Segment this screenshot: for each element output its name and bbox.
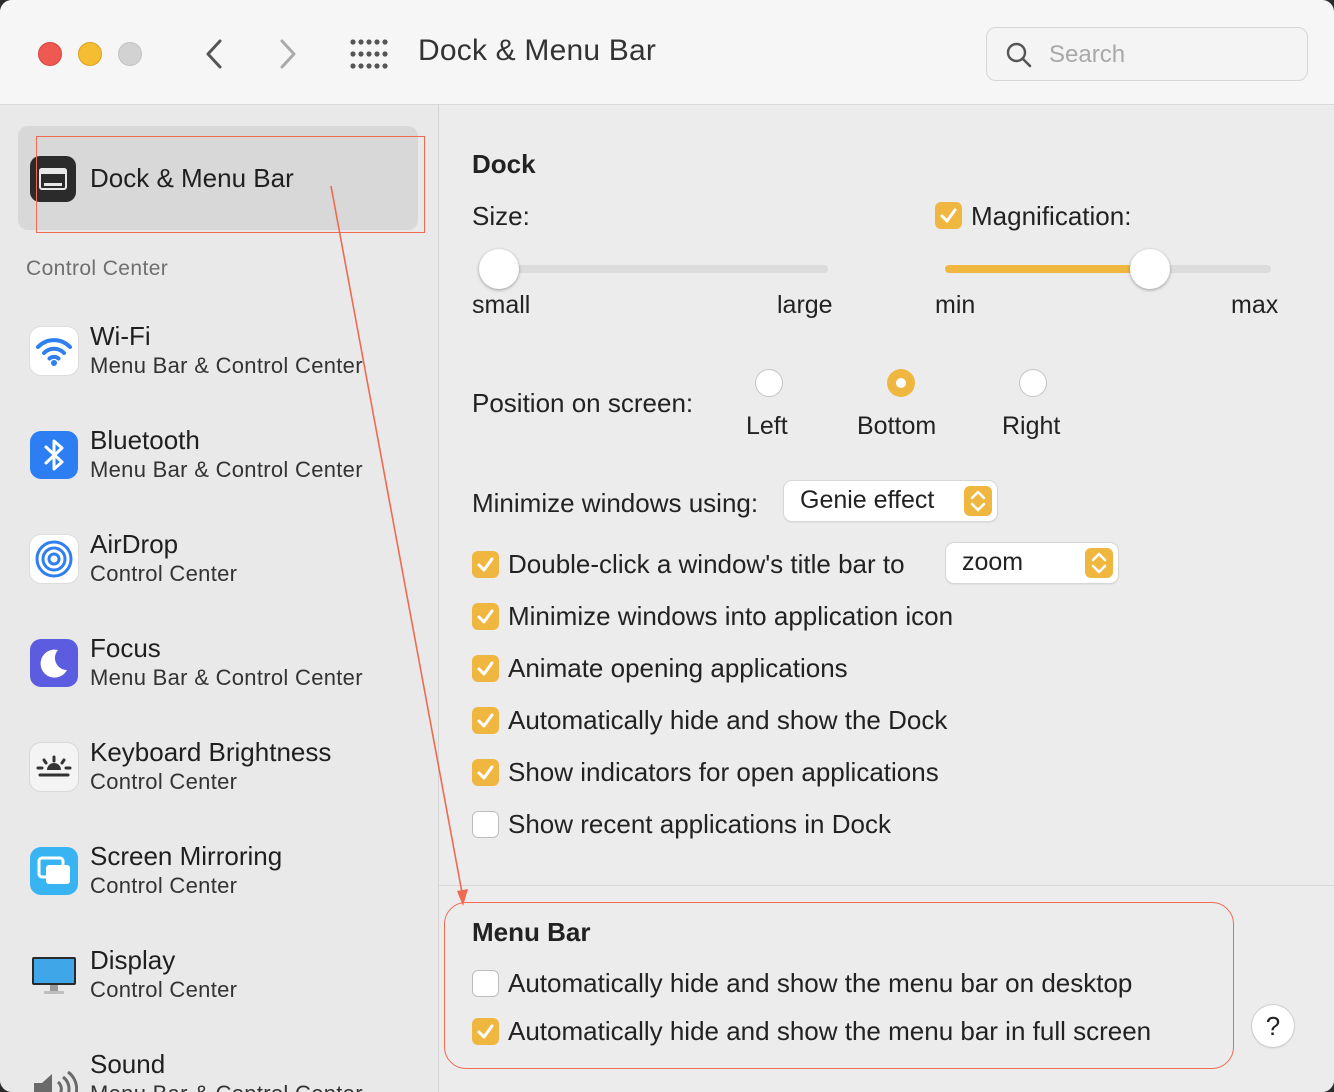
sidebar-item-keyboard-brightness[interactable]: Keyboard Brightness Control Center xyxy=(30,737,430,833)
forward-button[interactable] xyxy=(270,34,306,74)
minimize-button[interactable] xyxy=(78,42,102,66)
moon-icon xyxy=(30,639,78,687)
position-right-label: Right xyxy=(1002,412,1061,440)
minimize-effect-select[interactable]: Genie effect xyxy=(784,481,997,521)
size-slider-knob[interactable] xyxy=(479,249,520,289)
magnification-max-label: max xyxy=(1231,291,1279,319)
sidebar-item-subtitle: Control Center xyxy=(90,977,238,1002)
size-label: Size: xyxy=(472,201,530,231)
annotation-highlight-box xyxy=(444,902,1234,1069)
wifi-icon xyxy=(30,327,78,375)
speaker-icon xyxy=(30,1065,79,1092)
dock-option-checkbox[interactable] xyxy=(472,759,499,786)
magnification-checkbox[interactable] xyxy=(935,202,962,229)
sidebar-item-title: AirDrop xyxy=(90,529,179,559)
sidebar-item-title: Wi-Fi xyxy=(90,321,151,351)
position-label: Position on screen: xyxy=(472,388,694,418)
sidebar-item-subtitle: Menu Bar & Control Center xyxy=(90,457,363,482)
sidebar-item-subtitle: Menu Bar & Control Center xyxy=(90,1081,363,1092)
bluetooth-icon xyxy=(30,431,78,479)
magnification-label: Magnification: xyxy=(971,201,1132,231)
chevron-left-icon xyxy=(206,39,222,69)
section-header: Control Center xyxy=(26,257,169,280)
size-slider-track[interactable] xyxy=(482,265,828,273)
show-all-button[interactable] xyxy=(348,38,390,70)
position-left-radio[interactable] xyxy=(755,369,783,397)
dock-option-checkbox[interactable] xyxy=(472,655,499,682)
double-click-action-value: zoom xyxy=(962,548,1024,576)
double-click-label: Double-click a window's title bar to xyxy=(508,549,905,579)
dock-option-checkbox[interactable] xyxy=(472,603,499,630)
sidebar: Dock & Menu Bar Control Center Wi-Fi Men… xyxy=(0,105,439,1092)
sidebar-item-title: Display xyxy=(90,945,176,975)
stepper-arrows-icon xyxy=(964,486,992,516)
dock-option-label: Minimize windows into application icon xyxy=(508,601,954,631)
size-min-label: small xyxy=(472,291,531,319)
search-icon xyxy=(1006,42,1032,68)
search-input[interactable] xyxy=(1047,36,1291,74)
dock-option-label: Automatically hide and show the Dock xyxy=(508,705,948,735)
position-left-label: Left xyxy=(746,412,788,440)
close-button[interactable] xyxy=(38,42,62,66)
window-title: Dock & Menu Bar xyxy=(418,34,657,67)
dock-option-label: Show indicators for open applications xyxy=(508,757,939,787)
sidebar-item-sound[interactable]: Sound Menu Bar & Control Center xyxy=(30,1049,430,1092)
back-button[interactable] xyxy=(196,34,232,74)
sidebar-item-subtitle: Control Center xyxy=(90,873,238,898)
sidebar-item-display[interactable]: Display Control Center xyxy=(30,945,430,1041)
grid-icon xyxy=(350,39,388,69)
dock-option-label: Animate opening applications xyxy=(508,653,848,683)
display-icon xyxy=(30,951,78,999)
double-click-checkbox[interactable] xyxy=(472,551,499,578)
stepper-arrows-icon xyxy=(1085,548,1113,578)
sidebar-item-wifi[interactable]: Wi-Fi Menu Bar & Control Center xyxy=(30,321,430,417)
minimize-effect-value: Genie effect xyxy=(800,486,935,514)
sidebar-item-subtitle: Menu Bar & Control Center xyxy=(90,353,363,378)
airdrop-icon xyxy=(30,535,78,583)
minimize-label: Minimize windows using: xyxy=(472,488,759,518)
zoom-button[interactable] xyxy=(118,42,142,66)
sidebar-item-airdrop[interactable]: AirDrop Control Center xyxy=(30,529,430,625)
sidebar-item-bluetooth[interactable]: Bluetooth Menu Bar & Control Center xyxy=(30,425,430,521)
preferences-window: Dock & Menu Bar Dock & Menu Bar Control … xyxy=(0,0,1334,1092)
sidebar-item-title: Sound xyxy=(90,1049,166,1079)
chevron-right-icon xyxy=(280,39,296,69)
magnification-slider-knob[interactable] xyxy=(1130,249,1171,289)
sidebar-item-focus[interactable]: Focus Menu Bar & Control Center xyxy=(30,633,430,729)
help-button[interactable]: ? xyxy=(1252,1005,1294,1047)
keyboard-brightness-icon xyxy=(30,743,78,791)
sidebar-item-screen-mirroring[interactable]: Screen Mirroring Control Center xyxy=(30,841,430,937)
dock-heading: Dock xyxy=(472,149,536,179)
size-max-label: large xyxy=(777,291,833,319)
position-bottom-radio[interactable] xyxy=(887,369,915,397)
sidebar-item-subtitle: Menu Bar & Control Center xyxy=(90,665,363,690)
dock-option-label: Show recent applications in Dock xyxy=(508,809,891,839)
double-click-action-select[interactable]: zoom xyxy=(946,543,1118,583)
section-divider xyxy=(439,885,1334,886)
magnification-min-label: min xyxy=(935,291,976,319)
sidebar-item-title: Screen Mirroring xyxy=(90,841,283,871)
dock-option-checkbox[interactable] xyxy=(472,811,499,838)
title-bar: Dock & Menu Bar xyxy=(0,0,1334,105)
screen-mirroring-icon xyxy=(30,847,78,895)
sidebar-item-title: Keyboard Brightness xyxy=(90,737,332,767)
sidebar-item-subtitle: Control Center xyxy=(90,769,238,794)
annotation-highlight-box xyxy=(36,136,425,233)
search-field[interactable] xyxy=(986,27,1308,81)
position-right-radio[interactable] xyxy=(1019,369,1047,397)
dock-option-checkbox[interactable] xyxy=(472,707,499,734)
magnification-slider-fill xyxy=(945,265,1151,273)
sidebar-item-title: Focus xyxy=(90,633,161,663)
sidebar-item-title: Bluetooth xyxy=(90,425,200,455)
sidebar-item-subtitle: Control Center xyxy=(90,561,238,586)
position-bottom-label: Bottom xyxy=(857,412,937,440)
